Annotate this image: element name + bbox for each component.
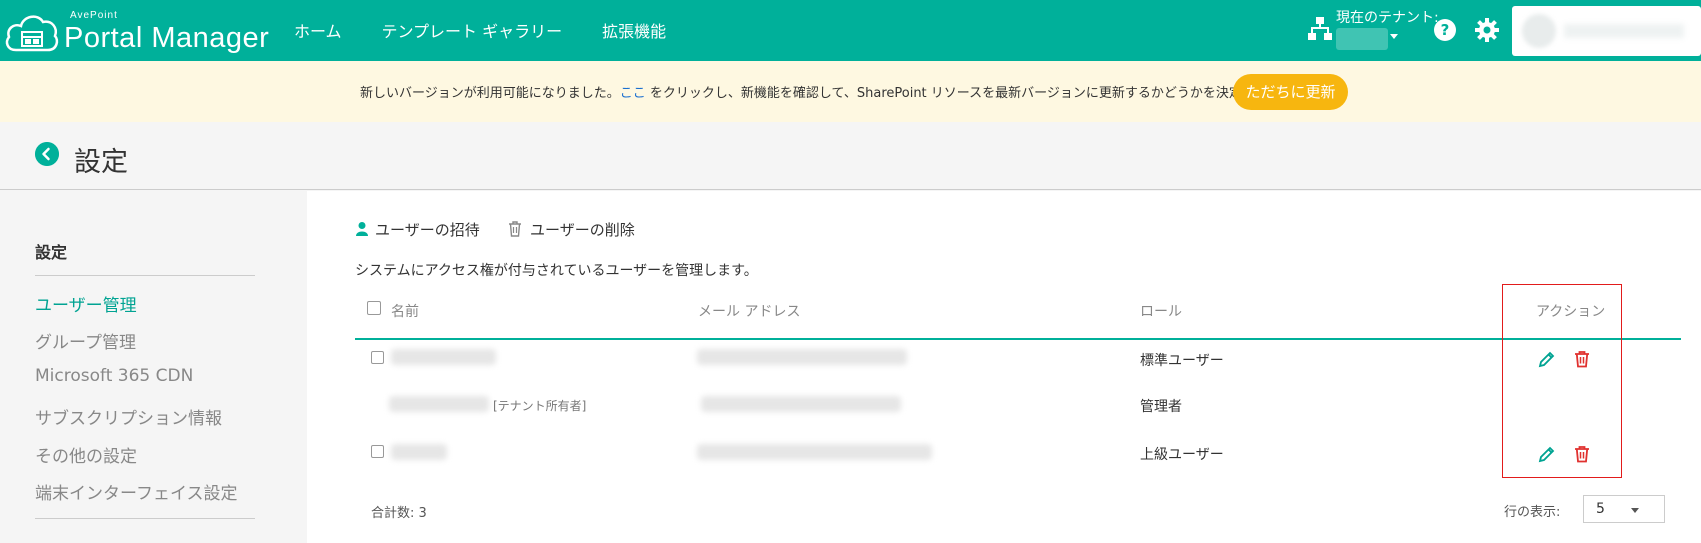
actions-highlight-box [1502,284,1622,478]
column-header-name[interactable]: 名前 [391,301,419,321]
rows-per-page-label: 行の表示: [1504,505,1561,520]
tenant-selector[interactable] [1336,28,1388,50]
select-all-checkbox[interactable] [367,301,381,315]
user-name-redacted [1564,24,1684,38]
banner-text-after: をクリックし、新機能を確認して、SharePoint リソースを最新バージョンに… [645,86,1333,101]
user-role: 上級ユーザー [1140,447,1224,463]
gear-icon[interactable] [1474,17,1500,43]
column-header-role[interactable]: ロール [1140,301,1182,321]
main-nav: ホーム テンプレート ギャラリー 拡張機能 [294,18,666,42]
row-checkbox[interactable] [371,351,384,364]
user-account[interactable] [1512,6,1701,56]
invite-user-label: ユーザーの招待 [375,221,480,239]
nav-home[interactable]: ホーム [294,18,342,42]
update-now-button[interactable]: ただちに更新 [1233,74,1348,110]
user-role: 管理者 [1140,399,1182,415]
back-icon[interactable] [35,142,59,166]
sidebar-item-m365-cdn[interactable]: Microsoft 365 CDN [35,366,193,386]
row-checkbox[interactable] [371,445,384,458]
page-header: 設定 [0,122,1701,190]
column-header-email[interactable]: メール アドレス [698,301,800,321]
app-logo[interactable]: AvePoint Portal Manager [4,6,270,56]
chevron-down-icon [1631,508,1639,513]
rows-per-page-value: 5 [1596,501,1605,517]
trash-icon [509,221,521,237]
settings-sidebar: 設定 ユーザー管理 グループ管理 Microsoft 365 CDN サブスクリ… [0,191,307,543]
nav-template-gallery[interactable]: テンプレート ギャラリー [382,18,563,42]
user-role: 標準ユーザー [1140,353,1224,369]
sidebar-item-subscription[interactable]: サブスクリプション情報 [35,404,222,429]
person-icon [356,222,368,236]
app-name: Portal Manager [64,22,270,54]
sidebar-item-group-management[interactable]: グループ管理 [35,328,136,353]
nav-extensions[interactable]: 拡張機能 [602,18,666,42]
tenant-label: 現在のテナント: [1336,10,1439,26]
total-count: 合計数: 3 [371,506,427,521]
page-title: 設定 [74,147,128,178]
table-header-divider [355,338,1681,340]
sidebar-heading: 設定 [35,243,68,262]
user-name-redacted [391,444,447,460]
divider [35,518,255,519]
sidebar-item-terminal-interface[interactable]: 端末インターフェイス設定 [35,479,237,504]
sidebar-item-user-management[interactable]: ユーザー管理 [35,291,137,316]
delete-user-button[interactable]: ユーザーの削除 [508,219,635,240]
user-email-redacted [697,444,932,460]
tenant-tree-icon [1308,17,1332,40]
user-management-panel: ユーザーの招待 ユーザーの削除 システムにアクセス権が付与されているユーザーを管… [307,191,1701,543]
user-name-redacted [391,349,496,365]
user-email-redacted [697,349,907,365]
user-email-redacted [701,396,901,412]
avatar [1522,14,1556,48]
divider [35,275,255,276]
user-name-redacted [389,396,489,412]
rows-per-page-select[interactable]: 5 [1583,495,1665,523]
top-bar: AvePoint Portal Manager ホーム テンプレート ギャラリー… [0,0,1701,61]
banner-message: 新しいバージョンが利用可能になりました。ここ をクリックし、新機能を確認して、S… [360,82,1332,101]
invite-user-button[interactable]: ユーザーの招待 [355,219,480,240]
update-banner: 新しいバージョンが利用可能になりました。ここ をクリックし、新機能を確認して、S… [0,61,1701,122]
chevron-down-icon[interactable] [1390,34,1398,39]
help-icon[interactable]: ? [1434,19,1456,41]
sidebar-item-other-settings[interactable]: その他の設定 [35,442,137,467]
description: システムにアクセス権が付与されているユーザーを管理します。 [355,263,758,279]
delete-user-label: ユーザーの削除 [530,221,635,239]
brand-name: AvePoint [70,10,118,21]
banner-text-before: 新しいバージョンが利用可能になりました。 [360,86,620,101]
cloud-logo-icon [5,15,59,52]
tenant-owner-tag: [テナント所有者] [493,399,587,413]
banner-link[interactable]: ここ [620,86,646,101]
